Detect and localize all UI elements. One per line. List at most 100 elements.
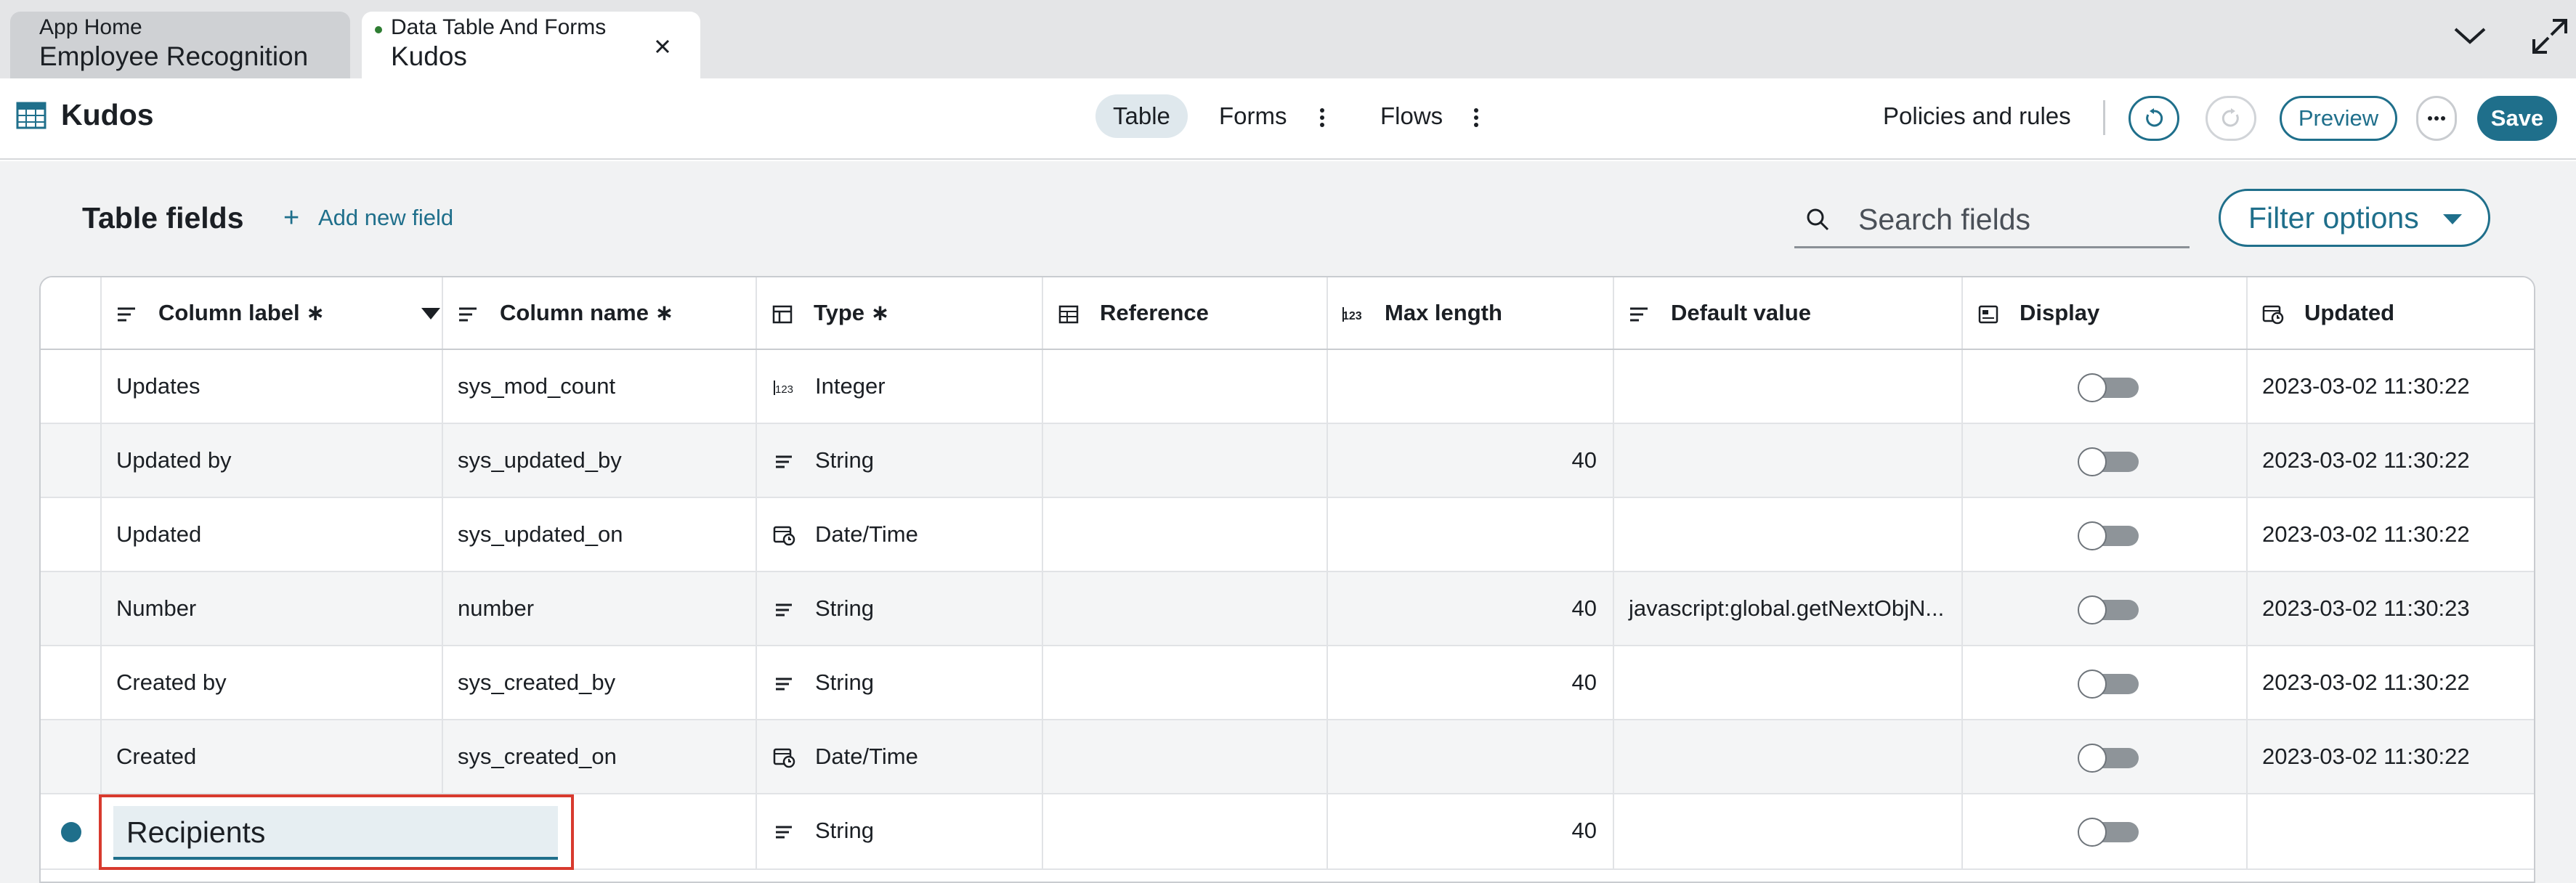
- table-row[interactable]: Updated sys_updated_on Date/Time 2023-03-02…: [41, 498, 2534, 572]
- cell-default-value[interactable]: [1614, 498, 1963, 571]
- chevron-down-icon[interactable]: [2448, 15, 2492, 58]
- table-row[interactable]: Created by sys_created_by String 40 2023-03-…: [41, 646, 2534, 720]
- header-updated[interactable]: Updated: [2248, 277, 2534, 349]
- cell-type[interactable]: String: [757, 424, 1043, 497]
- cell-reference[interactable]: [1043, 572, 1328, 645]
- header-column-label[interactable]: Column label ∗: [102, 277, 443, 349]
- cell-column-name[interactable]: sys_mod_count: [443, 350, 757, 423]
- cell-default-value[interactable]: [1614, 794, 1963, 868]
- cell-max-length[interactable]: [1328, 720, 1614, 793]
- expand-icon[interactable]: [2528, 15, 2572, 58]
- display-toggle[interactable]: [2078, 595, 2139, 624]
- header-display[interactable]: Display: [1963, 277, 2248, 349]
- cell-updated-value: 2023-03-02 11:30:22: [2262, 373, 2470, 399]
- header-column-name[interactable]: Column name ∗: [443, 277, 757, 349]
- row-selector-cell[interactable]: [41, 572, 102, 645]
- cell-reference[interactable]: [1043, 498, 1328, 571]
- tab-subtitle: Data Table And Forms: [391, 15, 607, 39]
- policies-and-rules-link[interactable]: Policies and rules: [1883, 99, 2071, 134]
- row-selector-cell[interactable]: [41, 720, 102, 793]
- cell-type[interactable]: String: [757, 572, 1043, 645]
- display-toggle[interactable]: [2078, 447, 2139, 476]
- redo-button[interactable]: [2206, 96, 2256, 141]
- cell-reference[interactable]: [1043, 646, 1328, 719]
- header-default-value[interactable]: Default value: [1614, 277, 1963, 349]
- cell-reference[interactable]: [1043, 350, 1328, 423]
- display-toggle[interactable]: [2078, 744, 2139, 773]
- more-actions-button[interactable]: [2416, 96, 2457, 141]
- new-row-dot-icon: [61, 822, 81, 842]
- cell-column-label[interactable]: Updated: [102, 498, 443, 571]
- table-row[interactable]: Created sys_created_on Date/Time 2023-03-02…: [41, 720, 2534, 794]
- cell-max-length[interactable]: [1328, 350, 1614, 423]
- filter-options-button[interactable]: Filter options: [2219, 189, 2490, 247]
- cell-max-length[interactable]: 40: [1328, 794, 1614, 868]
- cell-column-label[interactable]: Updated by: [102, 424, 443, 497]
- close-icon[interactable]: [645, 29, 680, 64]
- cell-column-name[interactable]: sys_updated_by: [443, 424, 757, 497]
- tab-flows[interactable]: Flows: [1363, 94, 1460, 138]
- display-toggle[interactable]: [2078, 373, 2139, 402]
- header-type[interactable]: Type ∗: [757, 277, 1043, 349]
- datetime-icon: [2262, 305, 2284, 325]
- display-toggle[interactable]: [2078, 670, 2139, 699]
- cell-display: [1963, 794, 2248, 868]
- cell-default-value[interactable]: [1614, 720, 1963, 793]
- cell-column-label-value: Created by: [116, 670, 227, 695]
- tab-app-home[interactable]: App Home Employee Recognition: [10, 12, 350, 78]
- cell-reference[interactable]: [1043, 794, 1328, 868]
- cell-max-length-value: 40: [1571, 447, 1597, 473]
- save-button[interactable]: Save: [2477, 96, 2557, 141]
- tab-data-table[interactable]: Data Table And Forms Kudos: [362, 12, 700, 78]
- row-selector-cell[interactable]: [41, 350, 102, 423]
- cell-max-length[interactable]: 40: [1328, 646, 1614, 719]
- cell-reference[interactable]: [1043, 424, 1328, 497]
- cell-column-name[interactable]: number: [443, 572, 757, 645]
- cell-column-label[interactable]: Number: [102, 572, 443, 645]
- tab-subtitle: App Home: [39, 15, 142, 39]
- search-input[interactable]: [1858, 198, 2178, 241]
- cell-updated-value: 2023-03-02 11:30:22: [2262, 744, 2470, 769]
- cell-type[interactable]: String: [757, 646, 1043, 719]
- cell-default-value[interactable]: [1614, 350, 1963, 423]
- header-reference[interactable]: Reference: [1043, 277, 1328, 349]
- cell-default-value[interactable]: javascript:global.getNextObjN...: [1614, 572, 1963, 645]
- cell-column-name[interactable]: sys_updated_on: [443, 498, 757, 571]
- row-selector-cell[interactable]: [41, 646, 102, 719]
- column-label-input[interactable]: [126, 812, 548, 853]
- tab-forms[interactable]: Forms: [1202, 94, 1305, 138]
- sort-caret-icon[interactable]: [421, 308, 440, 320]
- cell-type[interactable]: Date/Time: [757, 498, 1043, 571]
- row-selector-cell[interactable]: [41, 498, 102, 571]
- cell-max-length[interactable]: 40: [1328, 424, 1614, 497]
- column-label-input-wrap: [113, 806, 558, 860]
- cell-column-label[interactable]: Created by: [102, 646, 443, 719]
- display-toggle[interactable]: [2078, 521, 2139, 550]
- cell-type[interactable]: String: [757, 794, 1043, 868]
- cell-type[interactable]: 123 Integer: [757, 350, 1043, 423]
- cell-default-value[interactable]: [1614, 424, 1963, 497]
- cell-column-name[interactable]: sys_created_by: [443, 646, 757, 719]
- cell-max-length[interactable]: 40: [1328, 572, 1614, 645]
- more-icon: [2428, 116, 2445, 121]
- cell-reference[interactable]: [1043, 720, 1328, 793]
- preview-button[interactable]: Preview: [2280, 96, 2397, 141]
- forms-menu-icon[interactable]: [1313, 105, 1331, 131]
- flows-menu-icon[interactable]: [1467, 105, 1485, 131]
- cell-default-value[interactable]: [1614, 646, 1963, 719]
- tab-table[interactable]: Table: [1095, 94, 1188, 138]
- cell-max-length[interactable]: [1328, 498, 1614, 571]
- cell-column-name[interactable]: sys_created_on: [443, 720, 757, 793]
- header-max-length[interactable]: 123 Max length: [1328, 277, 1614, 349]
- cell-display: [1963, 424, 2248, 497]
- display-toggle[interactable]: [2078, 818, 2139, 847]
- cell-column-label[interactable]: Created: [102, 720, 443, 793]
- table-row[interactable]: Updates sys_mod_count 123 Integer 2023-03-02…: [41, 350, 2534, 424]
- table-row[interactable]: Number number String 40 javascript:global.ge…: [41, 572, 2534, 646]
- table-row[interactable]: Updated by sys_updated_by String 40 2023-03-…: [41, 424, 2534, 498]
- row-selector-cell[interactable]: [41, 424, 102, 497]
- undo-button[interactable]: [2129, 96, 2179, 141]
- cell-column-label[interactable]: Updates: [102, 350, 443, 423]
- cell-type[interactable]: Date/Time: [757, 720, 1043, 793]
- add-new-field-button[interactable]: + Add new field: [283, 202, 453, 234]
